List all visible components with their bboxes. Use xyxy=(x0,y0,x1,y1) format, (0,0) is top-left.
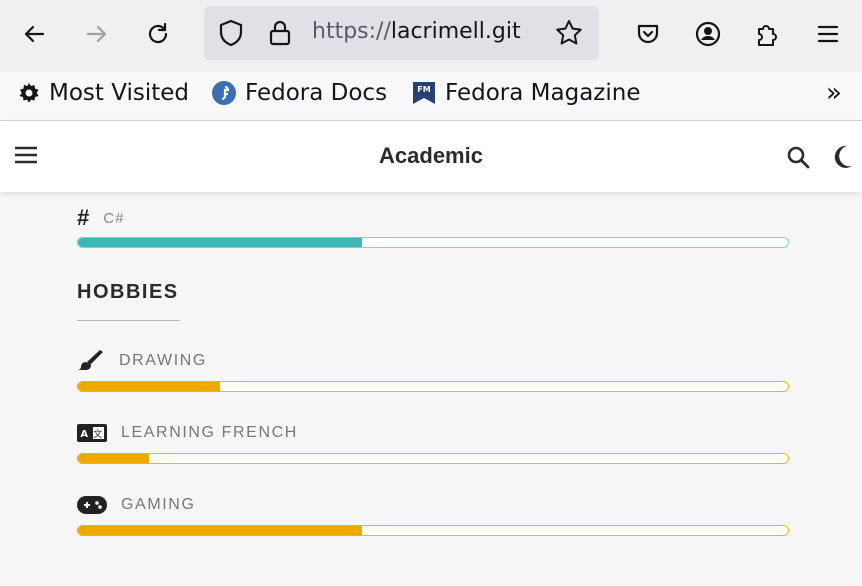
hobby-label: GAMING xyxy=(121,496,196,513)
url-text[interactable]: https://lacrimell.git xyxy=(312,19,532,44)
hobby-gaming: GAMING xyxy=(77,495,196,515)
hash-icon: # xyxy=(77,205,90,230)
chevron-double-right-icon: » xyxy=(826,78,842,108)
bookmark-most-visited[interactable]: Most Visited xyxy=(17,80,189,106)
extensions-button[interactable] xyxy=(747,14,787,54)
skill-progress-bar xyxy=(77,237,789,248)
hobby-progress-bar xyxy=(77,381,789,392)
back-arrow-icon xyxy=(24,25,45,43)
fedora-magazine-icon: FM xyxy=(413,82,435,104)
language-icon: A文 xyxy=(77,424,107,442)
browser-toolbar: https://lacrimell.git xyxy=(0,0,862,72)
search-icon xyxy=(787,146,810,169)
pocket-button[interactable] xyxy=(628,14,668,54)
account-icon xyxy=(695,21,721,47)
bookmark-fedora-magazine[interactable]: FM Fedora Magazine xyxy=(411,80,640,106)
hobby-label: DRAWING xyxy=(119,352,207,369)
skill-label: C# xyxy=(103,209,125,227)
progress-fill xyxy=(78,454,149,463)
hobby-label: LEARNING FRENCH xyxy=(121,424,298,441)
pocket-icon xyxy=(637,24,659,44)
section-title: HOBBIES xyxy=(77,281,179,303)
back-button[interactable] xyxy=(14,14,54,54)
progress-fill xyxy=(78,526,362,535)
url-bar[interactable]: https://lacrimell.git xyxy=(204,6,599,60)
reload-icon xyxy=(148,22,168,44)
skill-csharp: # C# xyxy=(77,205,124,231)
fedora-logo-icon xyxy=(212,81,236,105)
hobby-progress-bar xyxy=(77,525,789,536)
progress-fill xyxy=(78,382,220,391)
forward-arrow-icon xyxy=(86,25,107,43)
hobby-drawing: DRAWING xyxy=(77,349,207,373)
search-button[interactable] xyxy=(786,145,810,173)
bookmark-star-icon[interactable] xyxy=(554,18,584,52)
app-menu-button[interactable] xyxy=(808,14,848,54)
bookmark-label: Fedora Magazine xyxy=(445,80,641,106)
gear-icon xyxy=(19,83,39,103)
bookmarks-overflow-button[interactable]: » xyxy=(826,78,842,108)
bookmarks-toolbar: Most Visited Fedora Docs FM Fedora Magaz… xyxy=(0,72,862,121)
svg-text:文: 文 xyxy=(93,428,104,440)
reload-button[interactable] xyxy=(138,14,178,54)
forward-button[interactable] xyxy=(77,14,117,54)
lock-icon[interactable] xyxy=(268,19,292,51)
account-button[interactable] xyxy=(688,14,728,54)
hobby-progress-bar xyxy=(77,453,789,464)
site-title[interactable]: Academic xyxy=(0,143,862,169)
progress-fill xyxy=(78,238,362,247)
paintbrush-icon xyxy=(77,350,103,370)
moon-icon xyxy=(834,145,852,168)
hobby-learning-french: A文 LEARNING FRENCH xyxy=(77,424,298,442)
bookmark-fedora-docs[interactable]: Fedora Docs xyxy=(211,80,387,106)
section-underline xyxy=(77,320,180,321)
shield-icon[interactable] xyxy=(218,19,244,51)
theme-toggle-button[interactable] xyxy=(830,144,854,174)
hamburger-menu-icon xyxy=(817,25,839,43)
site-navbar: Academic xyxy=(0,121,862,192)
svg-text:FM: FM xyxy=(417,85,430,94)
gamepad-icon xyxy=(77,496,107,514)
bookmark-label: Most Visited xyxy=(49,80,189,106)
svg-text:A: A xyxy=(80,429,89,440)
bookmark-label: Fedora Docs xyxy=(245,80,388,106)
puzzle-icon xyxy=(758,25,777,46)
